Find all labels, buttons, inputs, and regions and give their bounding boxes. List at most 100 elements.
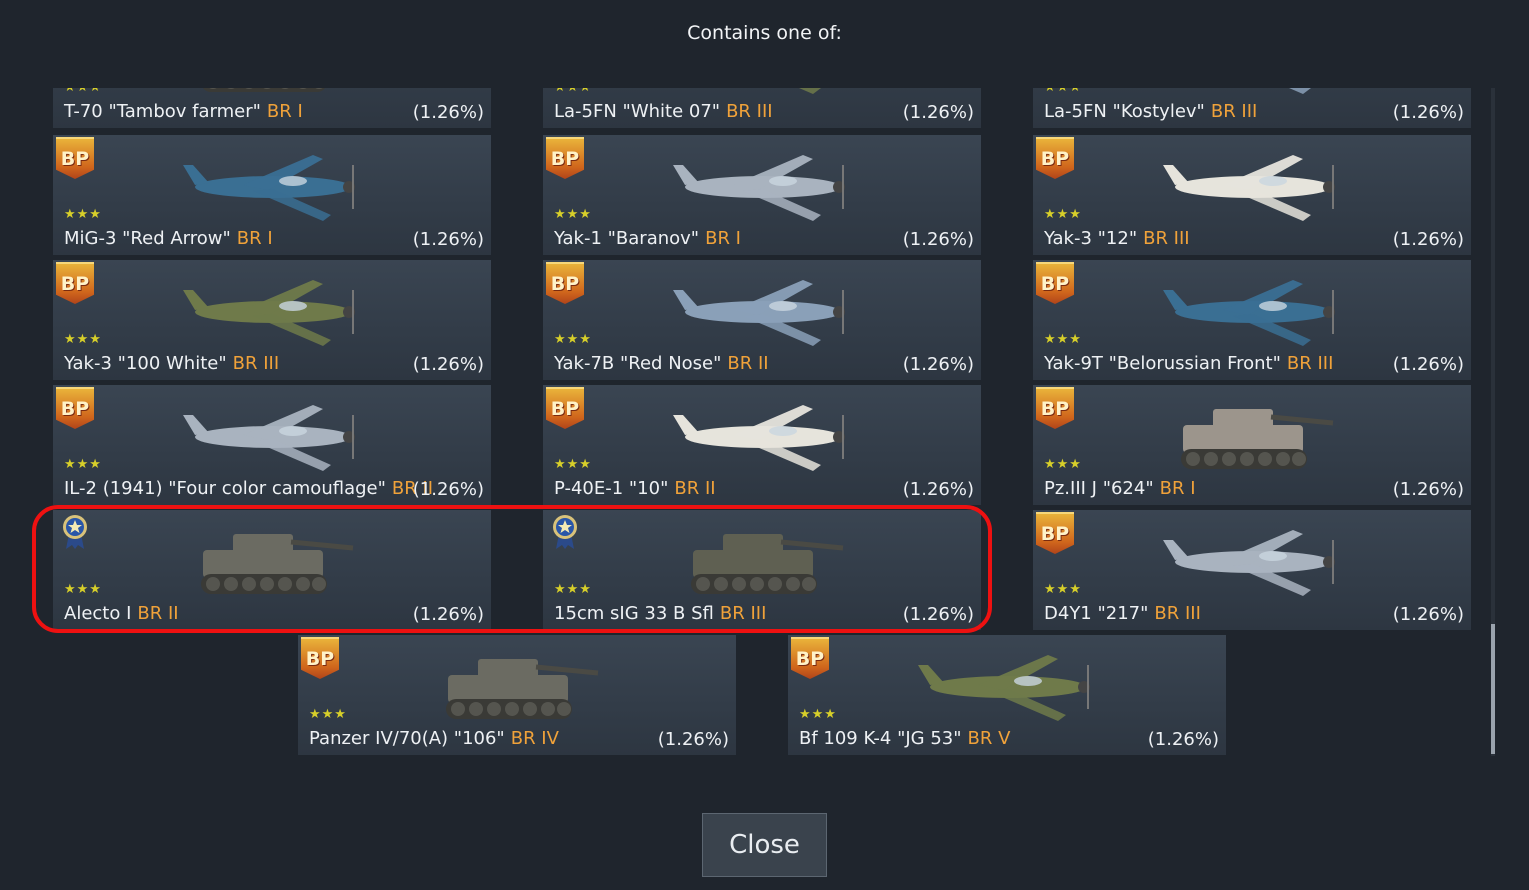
- item-grid: BP★★★T-70 "Tambov farmer"BR I(1.26%)BP★★…: [53, 88, 1473, 756]
- vehicle-name: 15cm sIG 33 B Sfl: [554, 603, 714, 624]
- item-card[interactable]: BP ★★★ Pz.III J "624" BR I (1.26%): [1033, 385, 1471, 505]
- aircraft-image: [663, 385, 863, 485]
- rarity-stars-icon: ★★★: [64, 207, 102, 222]
- item-card[interactable]: BP ★★★ Yak-3 "12" BR III (1.26%): [1033, 135, 1471, 255]
- item-card[interactable]: ★★★ Alecto I BR II (1.26%): [53, 510, 491, 630]
- medal-icon: [550, 514, 580, 550]
- bp-icon: BP: [56, 387, 94, 429]
- item-name: IL-2 (1941) "Four color camouflage" BR II: [64, 478, 433, 499]
- vehicle-name: T-70 "Tambov farmer": [64, 101, 261, 122]
- drop-chance: (1.26%): [1392, 479, 1464, 500]
- item-name: Yak-1 "Baranov" BR I: [554, 228, 741, 249]
- item-card[interactable]: BP ★★★ IL-2 (1941) "Four color camouflage"…: [53, 385, 491, 505]
- drop-chance: (1.26%): [902, 102, 974, 123]
- bp-icon: BP: [546, 137, 584, 179]
- item-name: T-70 "Tambov farmer" BR I: [64, 101, 303, 122]
- item-card[interactable]: BP ★★★ Panzer IV/70(A) "106" BR IV (1.26%): [298, 635, 736, 755]
- tank-image: [418, 635, 618, 735]
- item-card[interactable]: BP ★★★ Yak-9T "Belorussian Front" BR III (1.…: [1033, 260, 1471, 380]
- item-name: MiG-3 "Red Arrow" BR I: [64, 228, 273, 249]
- drop-chance: (1.26%): [1392, 354, 1464, 375]
- item-card[interactable]: BP ★★★ Yak-7B "Red Nose" BR II (1.26%): [543, 260, 981, 380]
- battle-rank: BR III: [719, 603, 767, 624]
- drop-chance: (1.26%): [412, 354, 484, 375]
- tank-image: [173, 510, 373, 610]
- drop-chance: (1.26%): [902, 229, 974, 250]
- vehicle-name: Yak-7B "Red Nose": [554, 353, 722, 374]
- aircraft-image: [1153, 510, 1353, 610]
- drop-chance: (1.26%): [412, 604, 484, 625]
- bp-icon: BP: [56, 262, 94, 304]
- vehicle-name: Yak-3 "12": [1044, 228, 1138, 249]
- item-card[interactable]: BP ★★★ D4Y1 "217" BR III (1.26%): [1033, 510, 1471, 630]
- vehicle-name: Bf 109 K-4 "JG 53": [799, 728, 962, 749]
- battle-rank: BR I: [236, 228, 273, 249]
- item-card[interactable]: BP ★★★ MiG-3 "Red Arrow" BR I (1.26%): [53, 135, 491, 255]
- item-card[interactable]: BP★★★La-5FN "White 07"BR III(1.26%): [543, 88, 981, 128]
- battle-rank: BR III: [232, 353, 280, 374]
- rarity-stars-icon: ★★★: [799, 707, 837, 722]
- item-name: Bf 109 K-4 "JG 53" BR V: [799, 728, 1010, 749]
- battle-rank: BR V: [967, 728, 1011, 749]
- bp-icon: BP: [791, 637, 829, 679]
- vehicle-name: Yak-1 "Baranov": [554, 228, 700, 249]
- item-card[interactable]: BP ★★★ Bf 109 K-4 "JG 53" BR V (1.26%): [788, 635, 1226, 755]
- rarity-stars-icon: ★★★: [64, 582, 102, 597]
- battle-rank: BR II: [727, 353, 769, 374]
- item-card[interactable]: BP ★★★ Yak-1 "Baranov" BR I (1.26%): [543, 135, 981, 255]
- scrollbar[interactable]: [1491, 88, 1495, 756]
- item-card[interactable]: BP★★★T-70 "Tambov farmer"BR I(1.26%): [53, 88, 491, 128]
- medal-icon: [60, 514, 90, 550]
- rarity-stars-icon: ★★★: [64, 457, 102, 472]
- battle-rank: BR I: [266, 101, 303, 122]
- item-card[interactable]: BP★★★La-5FN "Kostylev"BR III(1.26%): [1033, 88, 1471, 128]
- item-card[interactable]: BP ★★★ P-40E-1 "10" BR II (1.26%): [543, 385, 981, 505]
- close-button[interactable]: Close: [702, 813, 827, 877]
- dialog-heading: Contains one of:: [687, 22, 842, 44]
- drop-chance: (1.26%): [902, 604, 974, 625]
- drop-chance: (1.26%): [657, 729, 729, 750]
- battle-rank: BR I: [705, 228, 741, 249]
- rarity-stars-icon: ★★★: [554, 207, 592, 222]
- item-name: Pz.III J "624" BR I: [1044, 478, 1196, 499]
- vehicle-name: La-5FN "Kostylev": [1044, 101, 1205, 122]
- battle-rank: BR IV: [510, 728, 559, 749]
- vehicle-name: P-40E-1 "10": [554, 478, 669, 499]
- battle-rank: BR III: [1143, 228, 1190, 249]
- bp-icon: BP: [1036, 137, 1074, 179]
- rarity-stars-icon: ★★★: [554, 457, 592, 472]
- battle-rank: BR II: [137, 603, 179, 624]
- aircraft-image: [173, 135, 373, 235]
- aircraft-image: [1153, 260, 1353, 360]
- scrollbar-thumb[interactable]: [1491, 624, 1495, 754]
- bp-icon: BP: [546, 262, 584, 304]
- rarity-stars-icon: ★★★: [1044, 582, 1082, 597]
- item-name: Yak-3 "12" BR III: [1044, 228, 1190, 249]
- vehicle-name: D4Y1 "217": [1044, 603, 1149, 624]
- drop-chance: (1.26%): [902, 479, 974, 500]
- item-card[interactable]: BP ★★★ Yak-3 "100 White" BR III (1.26%): [53, 260, 491, 380]
- item-card[interactable]: ★★★ 15cm sIG 33 B Sfl BR III (1.26%): [543, 510, 981, 630]
- rarity-stars-icon: ★★★: [1044, 332, 1082, 347]
- bp-icon: BP: [1036, 512, 1074, 554]
- drop-chance: (1.26%): [1392, 229, 1464, 250]
- aircraft-image: [663, 260, 863, 360]
- vehicle-name: Pz.III J "624": [1044, 478, 1154, 499]
- aircraft-image: [663, 135, 863, 235]
- rarity-stars-icon: ★★★: [1044, 207, 1082, 222]
- aircraft-image: [173, 385, 373, 485]
- tank-image: [1153, 385, 1353, 485]
- aircraft-image: [1153, 135, 1353, 235]
- rarity-stars-icon: ★★★: [554, 332, 592, 347]
- vehicle-name: Yak-9T "Belorussian Front": [1044, 353, 1281, 374]
- battle-rank: BR II: [674, 478, 716, 499]
- vehicle-name: Yak-3 "100 White": [64, 353, 227, 374]
- battle-rank: BR III: [726, 101, 773, 122]
- drop-chance: (1.26%): [412, 102, 484, 123]
- battle-rank: BR III: [1154, 603, 1201, 624]
- aircraft-image: [908, 635, 1108, 735]
- item-name: Yak-9T "Belorussian Front" BR III: [1044, 353, 1333, 374]
- rarity-stars-icon: ★★★: [1044, 457, 1082, 472]
- item-name: Yak-3 "100 White" BR III: [64, 353, 279, 374]
- vehicle-name: MiG-3 "Red Arrow": [64, 228, 231, 249]
